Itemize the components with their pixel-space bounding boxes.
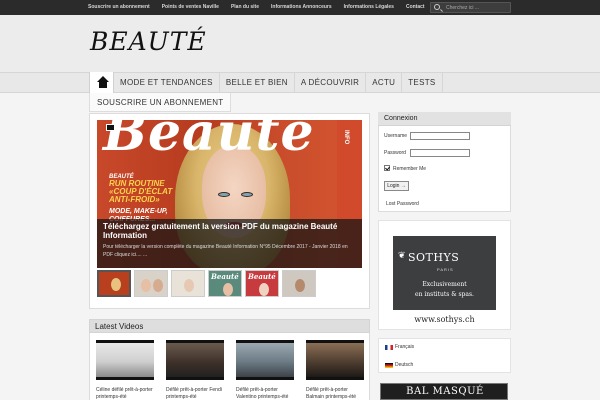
slide-caption-text: Pour télécharger la version complète du … xyxy=(103,244,348,258)
top-search xyxy=(430,2,511,13)
video-caption[interactable]: Défilé prêt-à-porter Fendi printemps-été xyxy=(166,387,226,400)
cover-side-text: INFO xyxy=(343,130,349,145)
slider-thumb[interactable] xyxy=(134,270,168,297)
slider-thumbnails: Beauté Beauté xyxy=(97,270,316,297)
top-link-contact[interactable]: Contact xyxy=(406,0,425,15)
flag-fr-icon xyxy=(385,344,393,350)
cover-text-routine: RUN ROUTINE «COUP D'ÉCLAT ANTI-FROID» xyxy=(109,179,173,204)
search-input[interactable] xyxy=(446,3,508,12)
top-link-legal[interactable]: Informations Légales xyxy=(344,0,394,15)
video-caption[interactable]: Défilé prêt-à-porter Balmain printemps-é… xyxy=(306,387,366,400)
language-label: Deutsch xyxy=(395,362,414,368)
video-thumbnail[interactable] xyxy=(236,340,294,380)
top-link-advertisers[interactable]: Informations Annonceurs xyxy=(271,0,332,15)
video-thumbnail[interactable] xyxy=(306,340,364,380)
top-links: Souscrire un abonnement Points de ventes… xyxy=(88,0,437,15)
sothys-brand: SOTHYS xyxy=(408,251,460,264)
login-widget xyxy=(378,112,511,212)
sothys-line1: Exclusivement xyxy=(422,281,467,288)
video-caption[interactable]: Céline défilé prêt-à-porter printemps-ét… xyxy=(96,387,156,400)
site-logo[interactable]: BEAUTÉ xyxy=(90,27,207,56)
login-button[interactable]: Login → xyxy=(384,181,409,191)
login-widget-title: Connexion xyxy=(378,112,511,126)
top-link-points-de-vente[interactable]: Points de ventes Naville xyxy=(162,0,219,15)
nav-item-belle-et-bien[interactable]: BELLE ET BIEN xyxy=(220,72,295,93)
slide-badge-icon xyxy=(106,124,115,131)
bal-masque-text: BAL MASQUÉ xyxy=(406,386,484,397)
sothys-leaf-icon: ❦ xyxy=(398,250,406,260)
home-icon[interactable] xyxy=(89,72,114,93)
sothys-ad[interactable] xyxy=(393,236,496,310)
flag-de-icon xyxy=(385,362,393,368)
sothys-paris: PARIS xyxy=(437,267,454,272)
username-field[interactable] xyxy=(410,132,470,140)
nav-item-tests[interactable]: TESTS xyxy=(402,72,443,93)
remember-me-label: Remember Me xyxy=(393,166,427,172)
slider-thumb[interactable] xyxy=(171,270,205,297)
sothys-line2: en instituts & spas. xyxy=(415,291,474,298)
lost-password-link[interactable]: Lost Password xyxy=(386,201,419,207)
language-label: Français xyxy=(395,344,415,350)
top-link-sitemap[interactable]: Plan du site xyxy=(231,0,259,15)
video-caption[interactable]: Défilé prêt-à-porter Valentino printemps… xyxy=(236,387,296,400)
slider-thumb[interactable]: Beauté xyxy=(208,270,242,297)
password-field[interactable] xyxy=(410,149,470,157)
latest-videos-title: Latest Videos xyxy=(89,319,370,333)
slider-thumb[interactable]: Beauté xyxy=(245,270,279,297)
remember-me-checkbox[interactable] xyxy=(384,165,390,171)
video-thumbnail[interactable] xyxy=(166,340,224,380)
bal-masque-ad[interactable]: BAL MASQUÉ xyxy=(380,383,508,400)
nav-item-mode[interactable]: MODE ET TENDANCES xyxy=(114,72,220,93)
nav-item-a-decouvrir[interactable]: A DÉCOUVRIR xyxy=(295,72,367,93)
language-german[interactable]: Deutsch xyxy=(385,362,413,368)
video-thumbnail[interactable] xyxy=(96,340,154,380)
nav-item-actu[interactable]: ACTU xyxy=(366,72,403,93)
top-link-subscribe[interactable]: Souscrire un abonnement xyxy=(88,0,150,15)
main-nav: MODE ET TENDANCES BELLE ET BIEN A DÉCOUV… xyxy=(89,72,443,93)
slider-thumb[interactable] xyxy=(282,270,316,297)
nav-item-subscribe[interactable]: SOUSCRIRE UN ABONNEMENT xyxy=(89,93,232,112)
cover-magazine-title: Beauté xyxy=(103,120,315,163)
slide-caption-title[interactable]: Téléchargez gratuitement la version PDF … xyxy=(103,222,358,240)
slider-thumb[interactable] xyxy=(97,270,131,297)
search-icon[interactable] xyxy=(434,4,440,10)
language-french[interactable]: Français xyxy=(385,344,414,350)
sothys-url[interactable]: www.sothys.ch xyxy=(378,315,511,324)
password-label: Password xyxy=(384,150,406,156)
username-label: Username xyxy=(384,133,408,139)
